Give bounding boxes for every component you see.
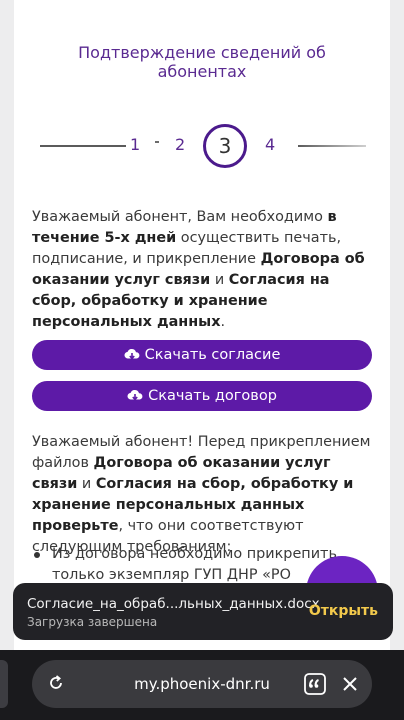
step-4[interactable]: 4 bbox=[265, 135, 275, 155]
intro-text-4: . bbox=[220, 314, 226, 330]
step-1[interactable]: 1 bbox=[130, 135, 140, 155]
intro-text: Уважаемый абонент, Вам необходимо в тече… bbox=[32, 207, 378, 333]
step-2[interactable]: 2 bbox=[175, 135, 185, 155]
open-download-button[interactable]: Открыть bbox=[309, 603, 378, 619]
step-3-active[interactable]: 3 bbox=[203, 124, 247, 168]
step-3-label: 3 bbox=[218, 134, 232, 158]
bullet-dot bbox=[34, 552, 40, 558]
page-title: Подтверждение сведений об абонентах bbox=[78, 43, 326, 81]
requirements-text: Уважаемый абонент! Перед прикреплением ф… bbox=[32, 432, 378, 558]
intro-text-1: Уважаемый абонент, Вам необходимо bbox=[32, 209, 328, 225]
stepper-line-right bbox=[298, 145, 366, 147]
requirement-item-text: Из договора необходимо прикрепить только… bbox=[52, 546, 337, 583]
browser-bottom-bar: my.phoenix-dnr.ru bbox=[0, 650, 404, 720]
cloud-download-icon bbox=[127, 389, 143, 403]
download-contract-label: Скачать договор bbox=[148, 388, 277, 404]
download-status: Загрузка завершена bbox=[27, 615, 158, 629]
tab-edge[interactable] bbox=[0, 660, 8, 708]
close-icon[interactable] bbox=[340, 674, 360, 698]
quote-icon[interactable] bbox=[304, 673, 326, 699]
download-consent-label: Скачать согласие bbox=[144, 347, 281, 363]
download-contract-button[interactable]: Скачать договор bbox=[32, 381, 372, 411]
download-consent-button[interactable]: Скачать согласие bbox=[32, 340, 372, 370]
req-text-2: и bbox=[77, 476, 96, 492]
stepper: 1 2 3 4 bbox=[14, 124, 390, 168]
intro-text-3: и bbox=[210, 272, 229, 288]
download-toast: Согласие_на_обраб...льных_данных.docx За… bbox=[13, 583, 393, 640]
download-filename: Согласие_на_обраб...льных_данных.docx bbox=[27, 596, 320, 612]
stepper-dash bbox=[155, 141, 159, 143]
cloud-download-icon bbox=[124, 348, 140, 362]
address-bar[interactable]: my.phoenix-dnr.ru bbox=[32, 660, 372, 708]
stepper-line-left bbox=[40, 145, 126, 147]
